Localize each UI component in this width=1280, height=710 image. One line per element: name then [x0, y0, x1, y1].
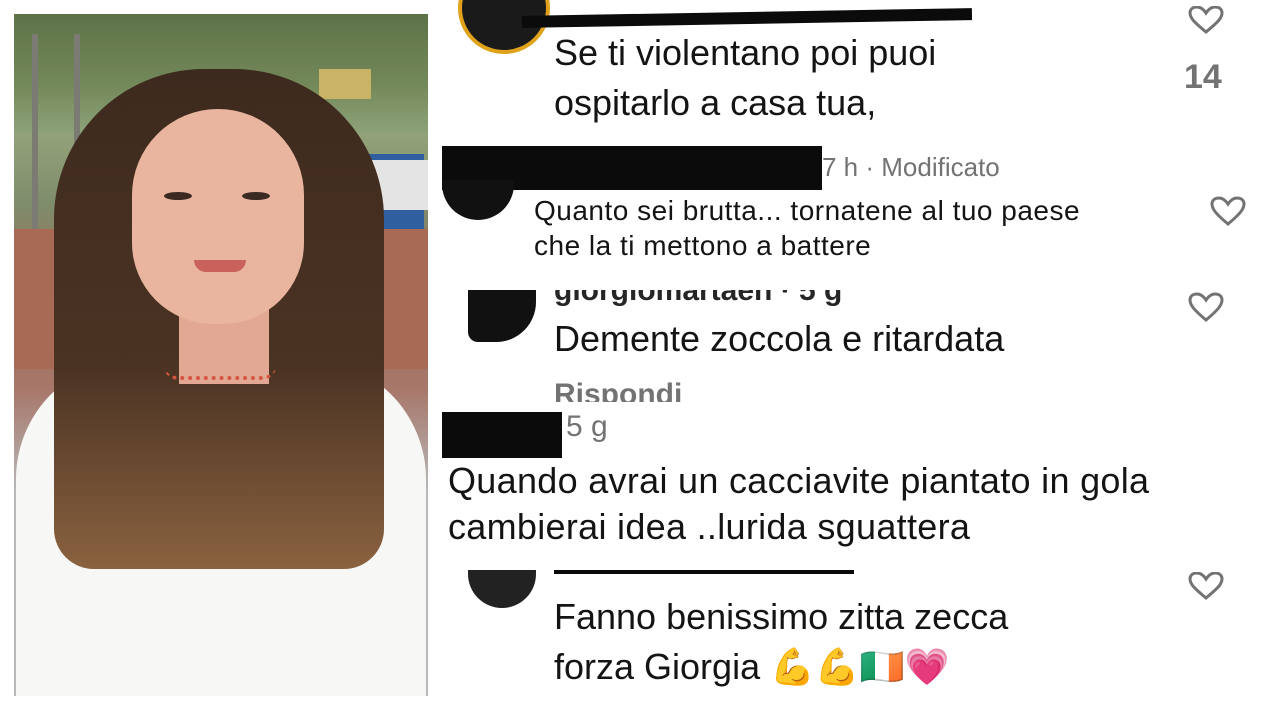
comment-text-line: che la ti mettono a battere [534, 230, 872, 261]
heart-outline-icon[interactable] [1188, 292, 1224, 327]
comment-text-line: Fanno benissimo zitta zecca [554, 596, 1009, 637]
photo-eye [242, 192, 270, 200]
photo-eye [164, 192, 192, 200]
heart-outline-icon[interactable] [1188, 571, 1224, 605]
comment-meta: 7 h · Modificato [822, 152, 1000, 182]
heart-outline-icon[interactable] [1210, 196, 1246, 231]
heart-outline-icon[interactable] [1188, 5, 1224, 39]
avatar[interactable] [442, 180, 514, 220]
comment-block-3: giorgiomartaen · 5 g Demente zoccola e r… [432, 290, 1280, 402]
comment-block-4: 5 g Quando avrai un cacciavite piantato … [432, 402, 1280, 570]
comment-text-line: Demente zoccola e ritardata [554, 318, 1005, 359]
photo-mouth [194, 260, 246, 272]
comment-block-1: Se ti violentano poi puoi ospitarlo a ca… [432, 0, 1280, 140]
photo-necklace [164, 366, 276, 380]
comment-block-5: Fanno benissimo zitta zecca forza Giorgi… [432, 570, 1280, 710]
username-redaction [442, 412, 562, 458]
comment-text-line: cambierai idea ..lurida sguattera [448, 506, 971, 547]
like-count: 14 [1184, 58, 1222, 96]
comment-text: forza Giorgia [554, 646, 761, 687]
avatar[interactable] [468, 570, 536, 608]
comment-text-line: forza Giorgia 💪💪🇮🇪💗 [554, 646, 949, 688]
comment-meta: 5 g [566, 410, 608, 443]
comment-text-line: Se ti violentano poi puoi [554, 32, 937, 73]
emoji-group: 💪💪🇮🇪💗 [770, 647, 950, 688]
reply-link[interactable]: Rispondi [554, 378, 682, 402]
comment-text-line: Quanto sei brutta... tornatene al tuo pa… [534, 195, 1081, 226]
username-redaction [554, 570, 854, 574]
photo-background-house [319, 69, 371, 99]
profile-photo [14, 14, 428, 696]
username-fragment: giorgiomartaen · 5 g [554, 290, 843, 307]
comment-text-line: Quando avrai un cacciavite piantato in g… [448, 460, 1150, 501]
comment-block-2: 7 h · Modificato Quanto sei brutta... to… [432, 140, 1280, 290]
username-redaction [521, 8, 973, 28]
comment-text-line: ospitarlo a casa tua, [554, 82, 877, 123]
photo-face [132, 109, 304, 324]
avatar[interactable] [468, 290, 536, 342]
